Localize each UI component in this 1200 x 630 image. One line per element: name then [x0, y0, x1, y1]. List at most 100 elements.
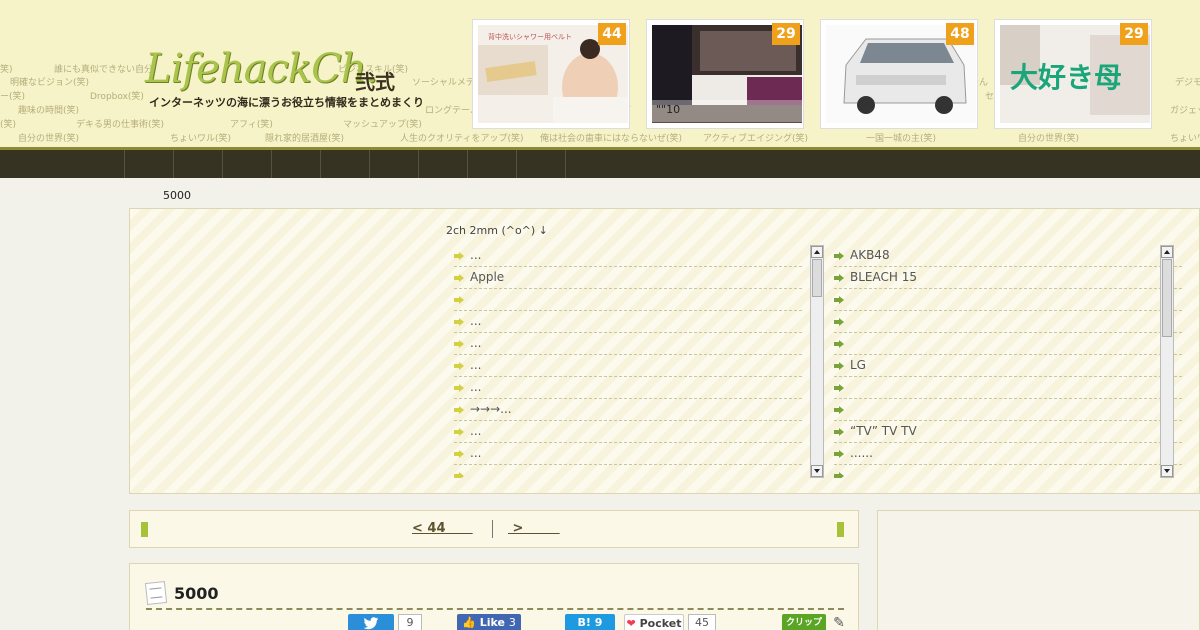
list-item[interactable]: ...... — [834, 443, 1182, 465]
scroll-down-button[interactable] — [811, 465, 823, 477]
header-bg-word: マッシュアップ(笑) — [343, 120, 422, 130]
list-item-link[interactable]: ... — [470, 421, 481, 442]
list-item[interactable] — [834, 377, 1182, 399]
list-item[interactable] — [454, 465, 802, 478]
list-item[interactable]: ... — [454, 355, 802, 377]
list-item[interactable]: ... — [454, 333, 802, 355]
nav-item[interactable] — [271, 150, 320, 178]
featured-thumb-3[interactable]: 48 — [820, 19, 978, 129]
header-bg-word: ロングテール — [425, 106, 480, 116]
list-item-link[interactable]: Apple — [470, 267, 504, 288]
list-item[interactable] — [834, 465, 1182, 478]
thumbs-up-icon: 👍 — [462, 616, 476, 629]
scroll-up-button[interactable] — [1161, 246, 1173, 258]
list-item-link[interactable]: “TV” TV TV — [850, 421, 917, 442]
article-title-text: 5000 — [174, 583, 219, 603]
list-item[interactable]: ... — [454, 421, 802, 443]
list-item-link[interactable]: ... — [470, 377, 481, 398]
featured-thumb-2[interactable]: 29 ""10 — [646, 19, 804, 129]
list-item[interactable] — [454, 289, 802, 311]
site-logo[interactable]: LifehackCh. 弐式 インターネッツの海に漂うお役立ち情報をまとめまくり — [145, 46, 424, 109]
featured-thumb-4[interactable]: 大好き母 29 — [994, 19, 1152, 129]
nav-item[interactable] — [124, 150, 173, 178]
list-item[interactable]: ... — [454, 311, 802, 333]
list-item[interactable] — [834, 311, 1182, 333]
list-item[interactable]: Apple — [454, 267, 802, 289]
scroll-up-button[interactable] — [811, 246, 823, 258]
arrow-icon — [834, 405, 844, 414]
list-item-link[interactable]: ... — [470, 311, 481, 332]
list-item[interactable]: ... — [454, 443, 802, 465]
header-bg-word: デジモ — [1175, 78, 1200, 88]
header-bg-word: アフィ(笑) — [230, 120, 273, 130]
arrow-icon — [834, 427, 844, 436]
arrow-icon — [454, 405, 464, 414]
nav-item[interactable] — [369, 150, 418, 178]
list-item-link[interactable]: ... — [470, 443, 481, 464]
thumb-count-badge: 48 — [946, 23, 974, 45]
list-item-link[interactable]: ... — [470, 355, 481, 376]
scroll-thumb[interactable] — [812, 259, 822, 297]
nav-item[interactable] — [418, 150, 467, 178]
list-item-link[interactable]: BLEACH 15 — [850, 267, 917, 288]
svg-text:大好き母: 大好き母 — [1010, 61, 1122, 94]
nav-item[interactable] — [467, 150, 516, 178]
pocket-button[interactable]: ❤ Pocket — [624, 614, 684, 630]
featured-thumb-1[interactable]: 背中洗いシャワー用ベルト 44 — [472, 19, 630, 129]
list-item[interactable]: ... — [454, 377, 802, 399]
list-item-link[interactable]: AKB48 — [850, 245, 890, 266]
arrow-icon — [834, 317, 844, 326]
header-bg-word: ソーシャルメデ — [412, 78, 475, 88]
list-item-link[interactable]: ... — [470, 333, 481, 354]
left-list-scrollbar[interactable] — [810, 245, 824, 478]
arrow-icon — [454, 339, 464, 348]
header-bg-word: 趣味の時間(笑) — [18, 106, 80, 116]
nav-item[interactable] — [320, 150, 369, 178]
clip-button[interactable]: クリップ — [782, 614, 826, 630]
list-item[interactable]: LG — [834, 355, 1182, 377]
list-item-link[interactable]: LG — [850, 355, 866, 376]
pocket-count: 45 — [688, 614, 716, 630]
thumb-count-badge: 29 — [1120, 23, 1148, 45]
twitter-button[interactable] — [348, 614, 394, 630]
pager-left-marker — [141, 522, 148, 537]
list-item[interactable]: AKB48 — [834, 245, 1182, 267]
list-item[interactable]: →→→... — [454, 399, 802, 421]
sidebar-ad-box — [877, 510, 1200, 630]
article-title: 5000 — [144, 581, 219, 605]
list-item[interactable] — [834, 289, 1182, 311]
list-item[interactable] — [834, 333, 1182, 355]
pager-right-marker — [837, 522, 844, 537]
list-item[interactable]: “TV” TV TV — [834, 421, 1182, 443]
list-item-link[interactable]: →→→... — [470, 399, 512, 420]
evernote-icon[interactable]: ✎ — [830, 614, 848, 630]
header-bg-word: デキる男の仕事術(笑) — [76, 120, 165, 130]
list-item-link[interactable]: ...... — [850, 443, 873, 464]
header-bg-word: 明確なビジョン(笑) — [10, 78, 90, 88]
arrow-icon — [454, 449, 464, 458]
scroll-thumb[interactable] — [1162, 259, 1172, 337]
header-bg-word: ちょいワル(笑) — [170, 134, 232, 144]
right-link-list: AKB48 BLEACH 15 LG “TV” TV TV...... — [834, 245, 1200, 478]
thumb-count-badge: 29 — [772, 23, 800, 45]
list-item[interactable]: BLEACH 15 — [834, 267, 1182, 289]
panel-heading: 2ch 2mm (^o^) ↓ — [446, 224, 548, 237]
header-bg-word: 誰にも真似できない自分 — [54, 65, 154, 75]
next-article-link[interactable]: > — [508, 521, 560, 536]
nav-item[interactable] — [516, 150, 565, 178]
logo-text: LifehackCh. — [145, 46, 378, 92]
nav-item[interactable] — [173, 150, 222, 178]
list-item[interactable] — [834, 399, 1182, 421]
list-item-link[interactable]: ... — [470, 245, 481, 266]
nav-item[interactable] — [222, 150, 271, 178]
prev-article-link[interactable]: < 44 — [412, 521, 473, 536]
thumb-count-badge: 44 — [598, 23, 626, 45]
scroll-down-button[interactable] — [1161, 465, 1173, 477]
list-item[interactable]: ... — [454, 245, 802, 267]
hatena-button[interactable]: B! 9 — [565, 614, 615, 630]
global-nav — [0, 147, 1200, 178]
like-button[interactable]: 👍 Like 3 — [457, 614, 521, 630]
arrow-icon — [454, 273, 464, 282]
right-list-scrollbar[interactable] — [1160, 245, 1174, 478]
arrow-icon — [454, 361, 464, 370]
